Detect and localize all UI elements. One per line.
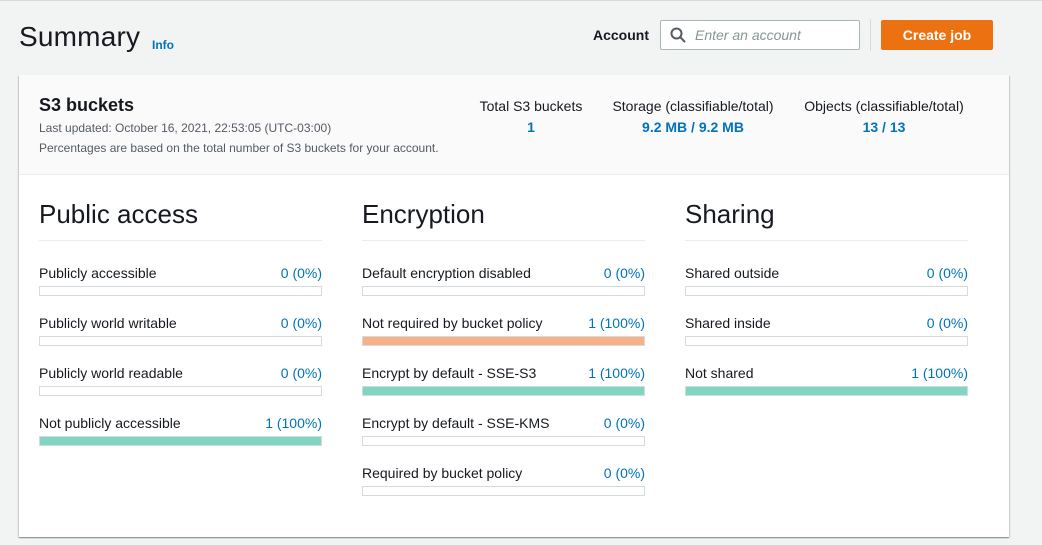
metric-row: Publicly world readable 0 (0%) xyxy=(39,341,322,396)
stat-value[interactable]: 13 / 13 xyxy=(799,119,969,135)
metric-value-link[interactable]: 0 (0%) xyxy=(604,265,645,281)
encryption-section: Encryption Default encryption disabled 0 … xyxy=(362,195,645,496)
stat-storage: Storage (classifiable/total) 9.2 MB / 9.… xyxy=(608,98,778,135)
progress-bar-fill xyxy=(40,437,321,445)
percentage-note: Percentages are based on the total numbe… xyxy=(39,141,439,155)
metric-row: Encrypt by default - SSE-KMS 0 (0%) xyxy=(362,391,645,446)
section-heading: Public access xyxy=(39,195,322,241)
stat-label: Storage (classifiable/total) xyxy=(612,98,774,114)
stat-value[interactable]: 1 xyxy=(479,119,583,135)
metric-label: Not publicly accessible xyxy=(39,415,181,431)
metric-value-link[interactable]: 1 (100%) xyxy=(588,315,645,331)
metric-label: Not required by bucket policy xyxy=(362,315,543,331)
metric-label: Encrypt by default - SSE-KMS xyxy=(362,415,550,431)
account-search-input[interactable] xyxy=(695,22,855,48)
stat-total-buckets: Total S3 buckets 1 xyxy=(479,98,583,135)
metric-value-link[interactable]: 1 (100%) xyxy=(588,365,645,381)
metric-list: Default encryption disabled 0 (0%) Not req… xyxy=(362,241,645,496)
public-access-section: Public access Publicly accessible 0 (0%) P… xyxy=(39,195,322,446)
metric-row: Shared inside 0 (0%) xyxy=(685,291,968,346)
page-title: Summary xyxy=(19,21,141,52)
metric-label: Encrypt by default - SSE-S3 xyxy=(362,365,537,381)
metric-value-link[interactable]: 0 (0%) xyxy=(281,315,322,331)
metric-value-link[interactable]: 1 (100%) xyxy=(265,415,322,431)
s3-buckets-card: S3 buckets Last updated: October 16, 202… xyxy=(19,75,1009,537)
card-header: S3 buckets Last updated: October 16, 202… xyxy=(19,75,1009,175)
page: Summary Info Account Create job S3 bucke… xyxy=(0,0,1042,545)
progress-bar xyxy=(362,486,645,496)
header-divider xyxy=(870,19,871,51)
metric-value-link[interactable]: 0 (0%) xyxy=(927,265,968,281)
metric-row: Encrypt by default - SSE-S3 1 (100%) xyxy=(362,341,645,396)
metric-label: Required by bucket policy xyxy=(362,465,523,481)
info-link[interactable]: Info xyxy=(152,38,174,52)
metric-value-link[interactable]: 0 (0%) xyxy=(281,265,322,281)
metric-label: Shared inside xyxy=(685,315,771,331)
account-search-box[interactable] xyxy=(660,20,860,50)
metric-value-link[interactable]: 0 (0%) xyxy=(604,465,645,481)
metric-row: Not publicly accessible 1 (100%) xyxy=(39,391,322,446)
metric-value-link[interactable]: 0 (0%) xyxy=(604,415,645,431)
search-icon xyxy=(661,21,695,49)
metric-row: Shared outside 0 (0%) xyxy=(685,241,968,296)
card-title: S3 buckets xyxy=(39,95,135,115)
last-updated-text: Last updated: October 16, 2021, 22:53:05… xyxy=(39,121,332,135)
metric-row: Publicly accessible 0 (0%) xyxy=(39,241,322,296)
page-header: Summary Info Account Create job xyxy=(0,1,1042,71)
create-job-button[interactable]: Create job xyxy=(881,20,993,50)
account-label: Account xyxy=(593,27,649,43)
metric-label: Publicly accessible xyxy=(39,265,157,281)
metric-value-link[interactable]: 1 (100%) xyxy=(911,365,968,381)
section-heading: Sharing xyxy=(685,195,968,241)
stat-label: Objects (classifiable/total) xyxy=(804,98,964,114)
metric-label: Default encryption disabled xyxy=(362,265,531,281)
metric-value-link[interactable]: 0 (0%) xyxy=(281,365,322,381)
section-heading: Encryption xyxy=(362,195,645,241)
metric-label: Not shared xyxy=(685,365,754,381)
stat-value[interactable]: 9.2 MB / 9.2 MB xyxy=(608,119,778,135)
metric-row: Not required by bucket policy 1 (100%) xyxy=(362,291,645,346)
metric-value-link[interactable]: 0 (0%) xyxy=(927,315,968,331)
stat-objects: Objects (classifiable/total) 13 / 13 xyxy=(799,98,969,135)
metric-list: Publicly accessible 0 (0%) Publicly world … xyxy=(39,241,322,446)
stat-label: Total S3 buckets xyxy=(479,98,583,114)
metric-row: Not shared 1 (100%) xyxy=(685,341,968,396)
progress-bar xyxy=(39,436,322,446)
progress-bar-fill xyxy=(686,387,967,395)
metric-label: Publicly world readable xyxy=(39,365,183,381)
sharing-section: Sharing Shared outside 0 (0%) Shared insid… xyxy=(685,195,968,396)
metric-label: Publicly world writable xyxy=(39,315,177,331)
metric-label: Shared outside xyxy=(685,265,780,281)
metric-row: Default encryption disabled 0 (0%) xyxy=(362,241,645,296)
metric-row: Publicly world writable 0 (0%) xyxy=(39,291,322,346)
metric-list: Shared outside 0 (0%) Shared inside 0 (0%) N… xyxy=(685,241,968,396)
metric-row: Required by bucket policy 0 (0%) xyxy=(362,441,645,496)
progress-bar xyxy=(685,386,968,396)
